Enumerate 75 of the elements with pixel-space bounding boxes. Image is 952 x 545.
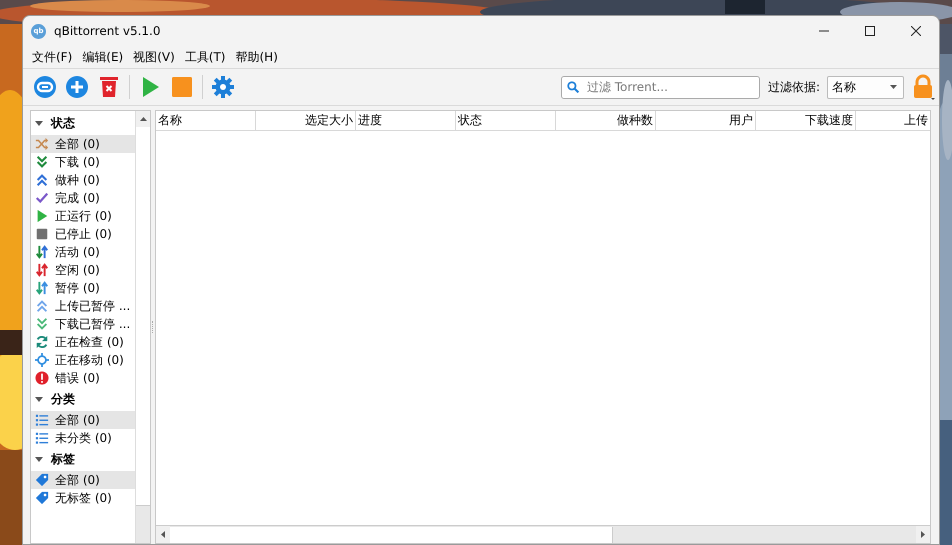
filter-item[interactable]: 活动 (0) bbox=[31, 243, 135, 261]
filter-item[interactable]: 无标签 (0) bbox=[31, 489, 135, 507]
refresh-icon bbox=[35, 335, 49, 349]
section-header[interactable]: 分类 bbox=[31, 387, 135, 411]
play-icon bbox=[35, 209, 49, 223]
list-icon bbox=[35, 413, 49, 427]
menu-item[interactable]: 编辑(E) bbox=[77, 48, 128, 66]
dropdown-icon bbox=[890, 85, 897, 89]
arrows-icon bbox=[35, 263, 49, 277]
trash-icon bbox=[97, 75, 121, 99]
filter-item[interactable]: 下载已暂停 ... bbox=[31, 315, 135, 333]
error-icon bbox=[35, 371, 49, 385]
search-field[interactable]: 过滤 Torrent... bbox=[560, 76, 760, 98]
crosshair-icon bbox=[35, 353, 49, 367]
filter-item[interactable]: 错误 (0) bbox=[31, 369, 135, 387]
check-icon bbox=[35, 191, 49, 205]
tag-icon bbox=[35, 473, 49, 487]
arrows-icon bbox=[35, 245, 49, 259]
window-title: qBittorrent v5.1.0 bbox=[54, 24, 162, 38]
menu-item[interactable]: 工具(T) bbox=[180, 48, 230, 66]
stop-icon bbox=[35, 227, 49, 241]
filter-item[interactable]: 做种 (0) bbox=[31, 171, 135, 189]
double-up-icon bbox=[35, 299, 49, 313]
filter-item[interactable]: 全部 (0) bbox=[31, 135, 135, 153]
settings-icon bbox=[211, 75, 235, 99]
filter-item[interactable]: 空闲 (0) bbox=[31, 261, 135, 279]
column-header[interactable]: 选定大小 bbox=[256, 111, 356, 130]
menu-item[interactable]: 帮助(H) bbox=[230, 48, 283, 66]
search-icon bbox=[566, 80, 580, 94]
section-title: 分类 bbox=[51, 390, 75, 408]
section-title: 标签 bbox=[51, 450, 75, 468]
scroll-up-icon bbox=[140, 117, 146, 121]
section-header[interactable]: 标签 bbox=[31, 447, 135, 471]
menu-item[interactable]: 文件(F) bbox=[27, 48, 78, 66]
plus-icon bbox=[65, 75, 89, 99]
list-icon bbox=[35, 431, 49, 445]
lock-icon bbox=[911, 74, 935, 100]
horizontal-scrollbar[interactable] bbox=[156, 525, 930, 543]
column-header[interactable]: 状态 bbox=[456, 111, 556, 130]
column-header[interactable]: 做种数 bbox=[556, 111, 656, 130]
column-header[interactable]: 上传 bbox=[856, 111, 930, 130]
stop-icon bbox=[170, 75, 194, 99]
scroll-left-icon bbox=[161, 531, 165, 538]
double-down-icon bbox=[35, 155, 49, 169]
lock-button[interactable] bbox=[911, 74, 935, 100]
filter-label: 过滤依据: bbox=[768, 78, 820, 96]
menu-item[interactable]: 视图(V) bbox=[128, 48, 180, 66]
filter-item[interactable]: 上传已暂停 ... bbox=[31, 297, 135, 315]
column-header[interactable]: 名称 bbox=[156, 111, 256, 130]
section-title: 状态 bbox=[51, 114, 75, 132]
filter-item[interactable]: 正在检查 (0) bbox=[31, 333, 135, 351]
filter-item[interactable]: 正在移动 (0) bbox=[31, 351, 135, 369]
filter-item[interactable]: 已停止 (0) bbox=[31, 225, 135, 243]
vertical-scrollbar[interactable] bbox=[135, 111, 150, 543]
filter-item[interactable]: 全部 (0) bbox=[31, 471, 135, 489]
filter-item[interactable]: 完成 (0) bbox=[31, 189, 135, 207]
column-header[interactable]: 下载速度 bbox=[756, 111, 856, 130]
tag-icon bbox=[35, 491, 49, 505]
filter-item[interactable]: 暂停 (0) bbox=[31, 279, 135, 297]
link-icon bbox=[33, 75, 57, 99]
shuffle-icon bbox=[35, 137, 49, 151]
double-up-icon bbox=[35, 173, 49, 187]
filter-dropdown[interactable]: 名称 bbox=[827, 76, 904, 98]
double-down-icon bbox=[35, 317, 49, 331]
column-header[interactable]: 进度 bbox=[356, 111, 456, 130]
scroll-right-icon bbox=[921, 531, 925, 538]
close-icon bbox=[911, 26, 921, 36]
filter-item[interactable]: 下载 (0) bbox=[31, 153, 135, 171]
column-header[interactable]: 用户 bbox=[656, 111, 756, 130]
arrows-icon bbox=[35, 281, 49, 295]
filter-item[interactable]: 未分类 (0) bbox=[31, 429, 135, 447]
section-header[interactable]: 状态 bbox=[31, 111, 135, 135]
maximize-icon bbox=[865, 26, 875, 36]
filter-item[interactable]: 全部 (0) bbox=[31, 411, 135, 429]
filter-item[interactable]: 正运行 (0) bbox=[31, 207, 135, 225]
